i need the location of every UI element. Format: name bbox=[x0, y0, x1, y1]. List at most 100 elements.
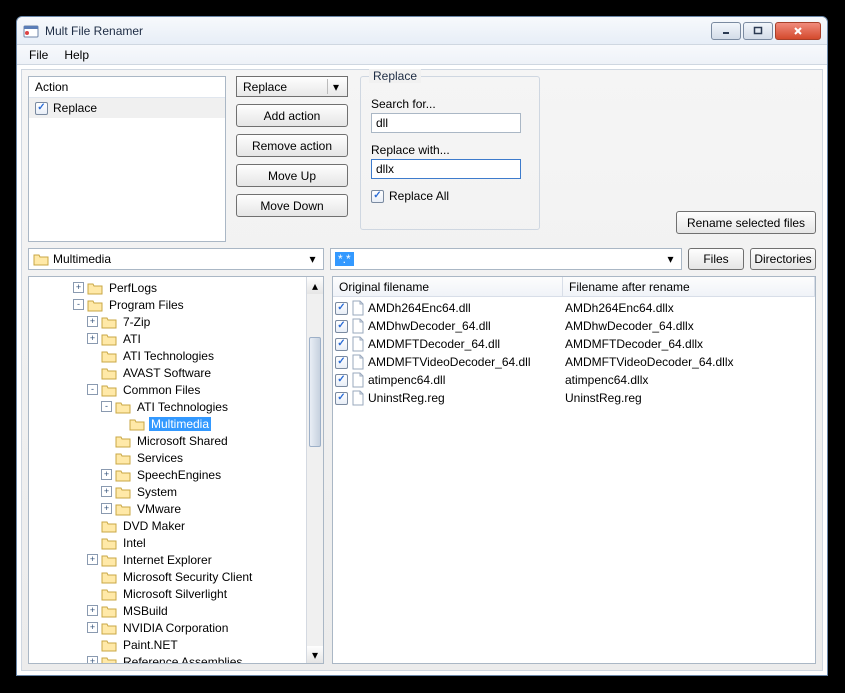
folder-icon bbox=[101, 315, 117, 329]
tree-item[interactable]: Microsoft Silverlight bbox=[31, 585, 323, 602]
app-window: Mult File Renamer File Help Action Repla… bbox=[16, 16, 828, 676]
tree-item[interactable]: +Reference Assemblies bbox=[31, 653, 323, 663]
window-title: Mult File Renamer bbox=[45, 24, 711, 38]
move-up-button[interactable]: Move Up bbox=[236, 164, 348, 187]
close-button[interactable] bbox=[775, 22, 821, 40]
expander-icon bbox=[87, 639, 98, 650]
file-row[interactable]: atimpenc64.dllatimpenc64.dllx bbox=[335, 371, 813, 389]
menu-file[interactable]: File bbox=[21, 46, 56, 64]
tree-item[interactable]: + ATI bbox=[31, 330, 323, 347]
tree-label: Intel bbox=[121, 536, 148, 550]
file-row[interactable]: UninstReg.regUninstReg.reg bbox=[335, 389, 813, 407]
tree-item[interactable]: +System bbox=[31, 483, 323, 500]
replace-with-input[interactable]: dllx bbox=[371, 159, 521, 179]
replace-all-checkbox[interactable] bbox=[371, 190, 384, 203]
tree-label: ATI bbox=[121, 332, 143, 346]
actions-header: Action bbox=[29, 77, 225, 98]
search-for-label: Search for... bbox=[371, 97, 529, 111]
tree-item[interactable]: +7-Zip bbox=[31, 313, 323, 330]
tree-item[interactable]: Paint.NET bbox=[31, 636, 323, 653]
tree-item[interactable]: -Common Files bbox=[31, 381, 323, 398]
tree-item[interactable]: +VMware bbox=[31, 500, 323, 517]
tree-item[interactable]: + SpeechEngines bbox=[31, 466, 323, 483]
tree-item[interactable]: -ATI Technologies bbox=[31, 398, 323, 415]
tree-item[interactable]: + MSBuild bbox=[31, 602, 323, 619]
files-button[interactable]: Files bbox=[688, 248, 744, 270]
tree-scrollbar[interactable]: ▴ ▾ bbox=[306, 277, 323, 663]
expander-icon[interactable]: + bbox=[87, 554, 98, 565]
tree-item[interactable]: -Program Files bbox=[31, 296, 323, 313]
folder-icon bbox=[115, 451, 131, 465]
expander-icon[interactable]: + bbox=[87, 622, 98, 633]
search-for-input[interactable]: dll bbox=[371, 113, 521, 133]
renamed-filename: AMDhwDecoder_64.dllx bbox=[565, 319, 813, 333]
tree-item[interactable]: +PerfLogs bbox=[31, 279, 323, 296]
file-checkbox[interactable] bbox=[335, 338, 348, 351]
action-checkbox[interactable] bbox=[35, 102, 48, 115]
file-row[interactable]: AMDMFTVideoDecoder_64.dllAMDMFTVideoDeco… bbox=[335, 353, 813, 371]
file-row[interactable]: AMDh264Enc64.dllAMDh264Enc64.dllx bbox=[335, 299, 813, 317]
scroll-down-icon[interactable]: ▾ bbox=[307, 646, 323, 663]
menu-help[interactable]: Help bbox=[56, 46, 97, 64]
col-original[interactable]: Original filename bbox=[333, 277, 563, 296]
remove-action-button[interactable]: Remove action bbox=[236, 134, 348, 157]
replace-all-label: Replace All bbox=[389, 189, 449, 203]
expander-icon[interactable]: + bbox=[101, 469, 112, 480]
file-checkbox[interactable] bbox=[335, 356, 348, 369]
replace-groupbox: Replace Search for... dll Replace with..… bbox=[360, 76, 540, 230]
maximize-button[interactable] bbox=[743, 22, 773, 40]
tree-item[interactable]: +NVIDIA Corporation bbox=[31, 619, 323, 636]
expander-icon[interactable]: - bbox=[101, 401, 112, 412]
folder-icon bbox=[101, 604, 117, 618]
expander-icon[interactable]: + bbox=[101, 486, 112, 497]
folder-icon bbox=[101, 638, 117, 652]
scroll-thumb[interactable] bbox=[309, 337, 321, 447]
expander-icon[interactable]: - bbox=[87, 384, 98, 395]
rename-selected-button[interactable]: Rename selected files bbox=[676, 211, 816, 234]
directories-button[interactable]: Directories bbox=[750, 248, 816, 270]
expander-icon bbox=[87, 571, 98, 582]
file-checkbox[interactable] bbox=[335, 374, 348, 387]
tree-item[interactable]: Intel bbox=[31, 534, 323, 551]
folder-icon bbox=[115, 434, 131, 448]
expander-icon[interactable]: + bbox=[73, 282, 84, 293]
filter-combo[interactable]: *.* ▾ bbox=[330, 248, 682, 270]
tree-label: AVAST Software bbox=[121, 366, 213, 380]
action-type-combo[interactable]: Replace ▾ bbox=[236, 76, 348, 97]
tree-item[interactable]: Multimedia bbox=[31, 415, 323, 432]
file-row[interactable]: AMDMFTDecoder_64.dllAMDMFTDecoder_64.dll… bbox=[335, 335, 813, 353]
tree-label: MSBuild bbox=[121, 604, 170, 618]
tree-item[interactable]: Services bbox=[31, 449, 323, 466]
scroll-up-icon[interactable]: ▴ bbox=[307, 277, 323, 294]
file-checkbox[interactable] bbox=[335, 302, 348, 315]
tree-item[interactable]: Microsoft Security Client bbox=[31, 568, 323, 585]
folder-icon bbox=[101, 553, 117, 567]
expander-icon[interactable]: + bbox=[87, 656, 98, 663]
folder-icon bbox=[101, 655, 117, 664]
tree-item[interactable]: AVAST Software bbox=[31, 364, 323, 381]
action-row-replace[interactable]: Replace bbox=[29, 98, 225, 118]
tree-path-combo[interactable]: Multimedia ▾ bbox=[28, 248, 324, 270]
file-checkbox[interactable] bbox=[335, 392, 348, 405]
tree-item[interactable]: +Internet Explorer bbox=[31, 551, 323, 568]
expander-icon[interactable]: + bbox=[101, 503, 112, 514]
file-row[interactable]: AMDhwDecoder_64.dllAMDhwDecoder_64.dllx bbox=[335, 317, 813, 335]
tree-label: SpeechEngines bbox=[135, 468, 223, 482]
add-action-button[interactable]: Add action bbox=[236, 104, 348, 127]
titlebar[interactable]: Mult File Renamer bbox=[17, 17, 827, 45]
col-renamed[interactable]: Filename after rename bbox=[563, 277, 815, 296]
move-down-button[interactable]: Move Down bbox=[236, 194, 348, 217]
expander-icon[interactable]: + bbox=[87, 605, 98, 616]
expander-icon[interactable]: + bbox=[87, 316, 98, 327]
file-icon bbox=[351, 372, 365, 388]
expander-icon[interactable]: + bbox=[87, 333, 98, 344]
minimize-button[interactable] bbox=[711, 22, 741, 40]
expander-icon[interactable]: - bbox=[73, 299, 84, 310]
folder-tree[interactable]: +PerfLogs-Program Files+7-Zip+ATIATI Tec… bbox=[28, 276, 324, 664]
file-checkbox[interactable] bbox=[335, 320, 348, 333]
tree-item[interactable]: Microsoft Shared bbox=[31, 432, 323, 449]
tree-item[interactable]: DVD Maker bbox=[31, 517, 323, 534]
original-filename: AMDh264Enc64.dll bbox=[368, 301, 471, 315]
original-filename: atimpenc64.dll bbox=[368, 373, 445, 387]
tree-item[interactable]: ATI Technologies bbox=[31, 347, 323, 364]
